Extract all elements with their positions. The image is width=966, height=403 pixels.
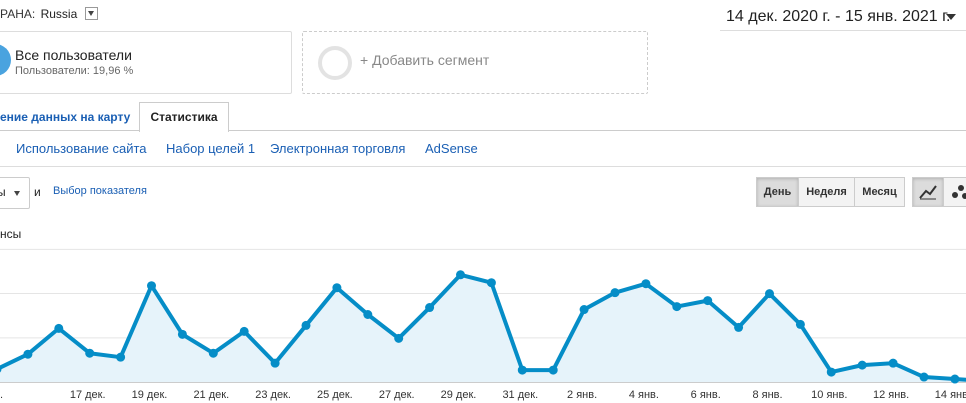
subnav-divider	[0, 166, 966, 167]
x-tick-label: 6 янв.	[691, 389, 721, 401]
subnav-goal-set-1[interactable]: Набор целей 1	[166, 141, 255, 156]
data-point-15[interactable]	[456, 270, 465, 280]
granularity-group: День Неделя Месяц	[756, 177, 905, 207]
country-filter-value: Russia	[40, 7, 78, 21]
chevron-down-icon	[14, 191, 20, 196]
add-segment-label: + Добавить сегмент	[360, 52, 490, 68]
add-segment-button[interactable]: + Добавить сегмент	[302, 31, 648, 94]
data-point-23[interactable]	[703, 296, 713, 306]
x-tick-label: 8 янв.	[752, 389, 782, 401]
data-point-22[interactable]	[672, 302, 682, 312]
data-point-20[interactable]	[610, 288, 620, 298]
data-point-1[interactable]	[23, 349, 33, 359]
metric-select[interactable]: ы	[0, 177, 30, 209]
data-point-8[interactable]	[239, 326, 249, 336]
tab-map-overlay[interactable]: ение данных на карту	[0, 110, 130, 124]
x-tick-label: 27 дек.	[379, 389, 415, 401]
data-point-21[interactable]	[641, 279, 651, 289]
segment-title: Все пользователи	[15, 47, 132, 63]
tab-statistics-label: Статистика	[150, 110, 218, 124]
x-tick-label: 4 янв.	[629, 389, 659, 401]
data-point-12[interactable]	[363, 310, 373, 320]
country-filter-label: РАНА:	[0, 7, 36, 21]
segment-all-users[interactable]: Все пользователи Пользователи: 19,96 %	[0, 31, 292, 94]
subnav-site-usage[interactable]: Использование сайта	[16, 141, 147, 156]
tab-statistics[interactable]: Статистика	[139, 102, 229, 132]
data-point-14[interactable]	[425, 303, 435, 313]
x-tick-label: 17 дек.	[70, 389, 106, 401]
data-point-9[interactable]	[270, 358, 280, 368]
circle-icon	[318, 46, 352, 80]
data-point-2[interactable]	[54, 323, 64, 333]
line-chart-button[interactable]	[912, 177, 944, 207]
data-point-11[interactable]	[332, 283, 342, 293]
data-point-24[interactable]	[734, 322, 744, 332]
country-dropdown-button[interactable]	[84, 7, 98, 20]
data-point-7[interactable]	[208, 348, 218, 358]
data-point-3[interactable]	[85, 348, 95, 358]
x-tick-label: 23 дек.	[255, 389, 291, 401]
day-button[interactable]: День	[756, 177, 799, 207]
select-metric-link[interactable]: Выбор показателя	[53, 185, 147, 197]
chart-x-ticks: 17 дек. 19 дек. 21 дек. 23 дек. 25 дек. 27 де…	[0, 389, 966, 401]
x-tick-label: 19 дек.	[132, 389, 168, 401]
month-button[interactable]: Месяц	[854, 177, 905, 207]
and-label: и	[34, 185, 41, 199]
data-point-27[interactable]	[826, 367, 836, 377]
data-point-4[interactable]	[116, 352, 126, 362]
data-point-31[interactable]	[950, 374, 960, 384]
week-button[interactable]: Неделя	[798, 177, 855, 207]
data-point-28[interactable]	[857, 360, 867, 370]
data-point-26[interactable]	[795, 319, 805, 329]
chart-type-group	[912, 177, 966, 207]
chevron-down-icon	[946, 14, 956, 20]
data-point-17[interactable]	[517, 365, 527, 375]
line-chart-icon	[919, 185, 937, 200]
data-point-18[interactable]	[548, 365, 558, 375]
series-label: нсы	[0, 227, 22, 241]
x-tick-label: 21 дек.	[193, 389, 229, 401]
data-point-6[interactable]	[177, 329, 187, 339]
x-tick-label: 29 дек.	[441, 389, 477, 401]
date-range-text: 14 дек. 2020 г. - 15 янв. 2021 г.	[726, 8, 951, 25]
subnav-ecommerce[interactable]: Электронная торговля	[270, 141, 405, 156]
x-tick-label: 10 янв.	[811, 389, 847, 401]
data-point-19[interactable]	[579, 305, 589, 315]
x-tick-label: 12 янв.	[873, 389, 909, 401]
sessions-chart: 17 дек. 19 дек. 21 дек. 23 дек. 25 дек. 27 де…	[0, 248, 966, 401]
data-point-5[interactable]	[147, 281, 156, 291]
segment-pie-icon	[0, 44, 11, 76]
x-tick-label: 2 янв.	[567, 389, 597, 401]
data-point-16[interactable]	[486, 278, 496, 288]
chart-area	[0, 274, 966, 382]
country-filter: РАНА: Russia	[0, 5, 98, 21]
motion-chart-icon	[952, 185, 966, 199]
metric-select-label: ы	[0, 185, 6, 199]
data-point-25[interactable]	[765, 289, 774, 299]
x-tick-label: .	[0, 389, 3, 401]
x-tick-label: 31 дек.	[502, 389, 538, 401]
x-tick-label: 14 янв.	[935, 389, 966, 401]
motion-chart-button[interactable]	[943, 177, 966, 207]
date-range-picker[interactable]: 14 дек. 2020 г. - 15 янв. 2021 г.	[720, 0, 966, 31]
data-point-13[interactable]	[394, 333, 404, 343]
data-point-30[interactable]	[919, 372, 929, 382]
x-tick-label: 25 дек.	[317, 389, 353, 401]
data-point-29[interactable]	[888, 358, 898, 368]
data-point-10[interactable]	[301, 320, 311, 330]
subnav-adsense[interactable]: AdSense	[425, 141, 478, 156]
segment-subtitle: Пользователи: 19,96 %	[15, 65, 134, 77]
